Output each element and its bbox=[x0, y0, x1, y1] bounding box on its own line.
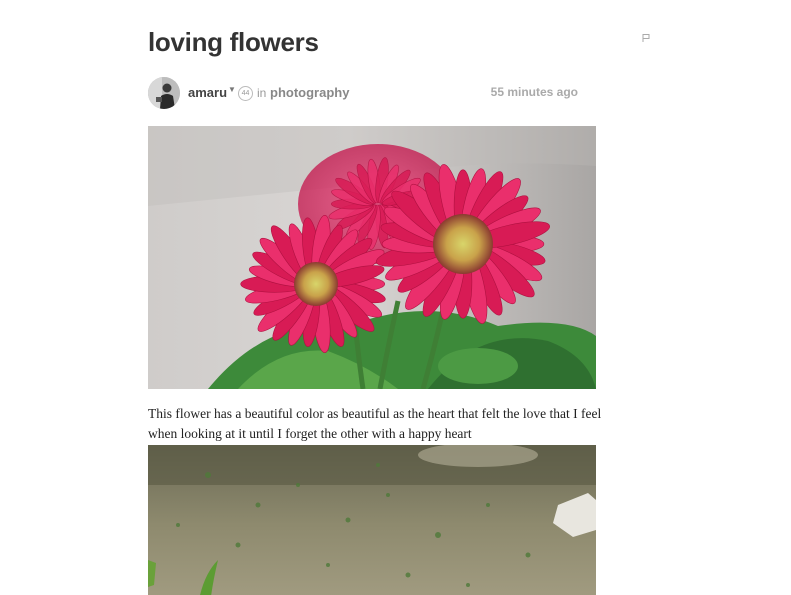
post-timestamp[interactable]: 55 minutes ago bbox=[491, 85, 578, 99]
author-row: amaru ▼ 44 in photography 55 minutes ago bbox=[148, 77, 580, 109]
flag-icon[interactable] bbox=[641, 33, 651, 43]
flower-photo bbox=[148, 126, 596, 389]
category-link[interactable]: photography bbox=[270, 85, 349, 100]
caret-down-icon[interactable]: ▼ bbox=[228, 85, 236, 94]
post-body: This flower has a beautiful color as bea… bbox=[148, 406, 602, 441]
post-title: loving flowers bbox=[148, 27, 319, 57]
author-name[interactable]: amaru bbox=[188, 85, 227, 100]
in-label: in bbox=[257, 86, 267, 100]
ground-photo bbox=[148, 445, 596, 595]
reputation-badge: 44 bbox=[238, 86, 253, 101]
post-page: loving flowers amaru ▼ 44 in photography… bbox=[0, 0, 791, 595]
avatar[interactable] bbox=[148, 77, 180, 109]
